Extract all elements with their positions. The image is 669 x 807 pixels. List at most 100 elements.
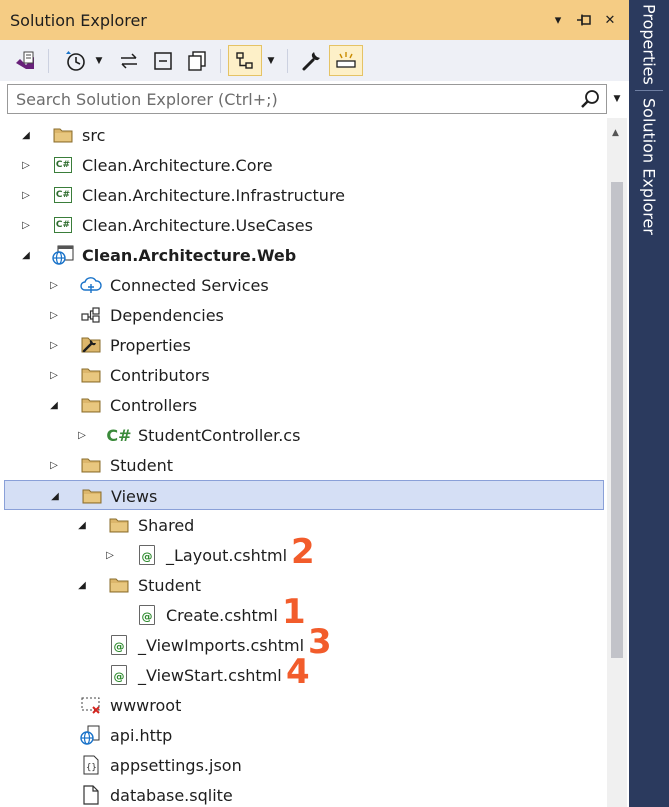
tree-item[interactable]: ▷ @ _Layout.cshtml 2 bbox=[4, 532, 604, 572]
tree-item[interactable]: {} appsettings.json bbox=[4, 750, 604, 780]
collapsed-arrow-icon[interactable]: ▷ bbox=[46, 270, 62, 300]
pin-button[interactable] bbox=[573, 8, 595, 32]
tree-item-label: Clean.Architecture.UseCases bbox=[82, 216, 313, 235]
collapsed-arrow-icon[interactable]: ▷ bbox=[46, 300, 62, 330]
filter-dropdown-button[interactable]: ▼ bbox=[92, 45, 106, 76]
window-menu-button[interactable]: ▾ bbox=[547, 8, 569, 32]
collapsed-arrow-icon[interactable]: ▷ bbox=[46, 450, 62, 480]
expanded-arrow-icon[interactable]: ◢ bbox=[74, 570, 90, 600]
tree-item[interactable]: ▷ Contributors bbox=[4, 360, 604, 390]
expanded-arrow-icon[interactable]: ◢ bbox=[46, 390, 62, 420]
tree-item-label: Student bbox=[110, 456, 173, 475]
pin-icon bbox=[577, 14, 591, 26]
collapsed-arrow-icon[interactable]: ▷ bbox=[18, 210, 34, 240]
json-file-icon: {} bbox=[80, 755, 102, 775]
tree-item[interactable]: ◢ Views bbox=[4, 480, 604, 510]
wrench-icon bbox=[302, 51, 320, 70]
search-input[interactable] bbox=[8, 85, 578, 113]
search-icon[interactable] bbox=[580, 88, 602, 110]
close-icon: ✕ bbox=[604, 12, 616, 28]
collapse-all-icon bbox=[154, 51, 172, 70]
solution-explorer-window: Solution Explorer ▾ ✕ ▼ ▼ Search Solutio… bbox=[0, 0, 669, 807]
csharp-project-icon: C# bbox=[52, 155, 74, 175]
annotation-number: 3 bbox=[308, 622, 332, 662]
tree-item-label: StudentController.cs bbox=[138, 426, 301, 445]
tree-item-label: Clean.Architecture.Infrastructure bbox=[82, 186, 346, 205]
chevron-down-icon: ▼ bbox=[267, 55, 275, 66]
tree-item-label: Clean.Architecture.Core bbox=[82, 156, 273, 175]
view-dropdown-button[interactable]: ▼ bbox=[264, 45, 278, 76]
folder-icon bbox=[81, 486, 103, 506]
annotation-number: 4 bbox=[286, 652, 310, 692]
show-all-files-icon bbox=[188, 50, 206, 71]
side-tab-divider bbox=[635, 90, 663, 91]
vertical-scrollbar[interactable]: ▲ bbox=[607, 118, 627, 807]
razor-file-icon: @ bbox=[108, 635, 130, 655]
tree-item-label: api.http bbox=[110, 726, 173, 745]
tree-item[interactable]: ◢ Controllers bbox=[4, 390, 604, 420]
tree-item-label: database.sqlite bbox=[110, 786, 233, 805]
search-box bbox=[7, 84, 607, 114]
expanded-arrow-icon[interactable]: ◢ bbox=[18, 120, 34, 150]
tree-item[interactable]: @ Create.cshtml 1 bbox=[4, 592, 604, 632]
razor-file-icon: @ bbox=[136, 545, 158, 565]
tree-item-label: _ViewStart.cshtml bbox=[138, 666, 282, 685]
search-options-button[interactable]: ▼ bbox=[608, 84, 626, 114]
tree-item[interactable]: database.sqlite bbox=[4, 780, 604, 807]
tree-item[interactable]: ▷ Dependencies bbox=[4, 300, 604, 330]
side-tab-strip: Properties Solution Explorer bbox=[629, 0, 669, 807]
properties-button[interactable] bbox=[296, 45, 326, 76]
tree-item[interactable]: ▷ Student bbox=[4, 450, 604, 480]
svg-text:{}: {} bbox=[86, 763, 97, 773]
tab-properties[interactable]: Properties bbox=[629, 4, 669, 85]
tree-item-label: Dependencies bbox=[110, 306, 224, 325]
wwwroot-icon bbox=[80, 695, 102, 715]
tree-item-label: Properties bbox=[110, 336, 191, 355]
folder-icon bbox=[108, 575, 130, 595]
tree-item[interactable]: ▷ C# StudentController.cs bbox=[4, 420, 604, 450]
toolbar-separator bbox=[48, 49, 49, 73]
tree-item[interactable]: ◢ src bbox=[4, 120, 604, 150]
collapse-all-button[interactable] bbox=[148, 45, 178, 76]
csharp-project-icon: C# bbox=[52, 185, 74, 205]
scroll-up-arrow-icon[interactable]: ▲ bbox=[612, 128, 619, 138]
tree-item-label: Student bbox=[138, 576, 201, 595]
collapsed-arrow-icon[interactable]: ▷ bbox=[18, 150, 34, 180]
tree-item[interactable]: ▷ Connected Services bbox=[4, 270, 604, 300]
tree-item[interactable]: ▷ Properties bbox=[4, 330, 604, 360]
expanded-arrow-icon[interactable]: ◢ bbox=[18, 240, 34, 270]
tree-item[interactable]: wwwroot bbox=[4, 690, 604, 720]
tree-item-label: appsettings.json bbox=[110, 756, 242, 775]
clock-icon bbox=[66, 50, 85, 71]
sync-with-active-document-button[interactable] bbox=[114, 45, 144, 76]
collapsed-arrow-icon[interactable]: ▷ bbox=[46, 330, 62, 360]
tree-item[interactable]: ▷ C# Clean.Architecture.Infrastructure bbox=[4, 180, 604, 210]
show-all-files-button[interactable] bbox=[182, 45, 212, 76]
collapsed-arrow-icon[interactable]: ▷ bbox=[18, 180, 34, 210]
toolbar-separator bbox=[220, 49, 221, 73]
preview-selected-items-button[interactable] bbox=[329, 45, 363, 76]
expanded-arrow-icon[interactable]: ◢ bbox=[47, 481, 63, 511]
tree-item[interactable]: ◢ Clean.Architecture.Web bbox=[4, 240, 604, 270]
tree-item[interactable]: @ _ViewStart.cshtml 4 bbox=[4, 652, 604, 692]
pending-changes-filter-button[interactable] bbox=[60, 45, 90, 76]
collapsed-arrow-icon[interactable]: ▷ bbox=[102, 540, 118, 570]
tree-item-label: src bbox=[82, 126, 106, 145]
collapsed-arrow-icon[interactable]: ▷ bbox=[46, 360, 62, 390]
collapse-toggle-button[interactable] bbox=[228, 45, 262, 76]
close-button[interactable]: ✕ bbox=[599, 8, 621, 32]
tree-item-label: Views bbox=[111, 487, 158, 506]
http-file-icon bbox=[80, 725, 102, 745]
visual-studio-switch-icon bbox=[16, 51, 34, 69]
expanded-arrow-icon[interactable]: ◢ bbox=[74, 510, 90, 540]
tab-solution-explorer[interactable]: Solution Explorer bbox=[629, 98, 669, 238]
collapsed-arrow-icon[interactable]: ▷ bbox=[74, 420, 90, 450]
tree-view-icon bbox=[236, 51, 253, 69]
tree-item[interactable]: ▷ C# Clean.Architecture.UseCases bbox=[4, 210, 604, 240]
scrollbar-thumb[interactable] bbox=[611, 182, 623, 658]
tree-item[interactable]: api.http bbox=[4, 720, 604, 750]
chevron-down-icon: ▾ bbox=[554, 12, 562, 28]
folder-icon bbox=[80, 395, 102, 415]
tree-item[interactable]: ▷ C# Clean.Architecture.Core bbox=[4, 150, 604, 180]
switch-views-button[interactable] bbox=[10, 45, 40, 76]
